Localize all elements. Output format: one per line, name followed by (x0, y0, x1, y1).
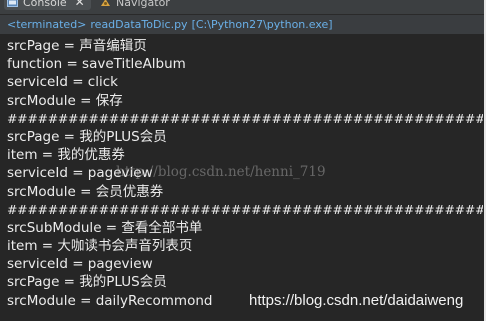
separator-line: ########################################… (7, 110, 483, 126)
output-line: item = 大咖读书会声音列表页 (7, 238, 193, 255)
tab-navigator-label: Navigator (116, 0, 170, 9)
tab-console[interactable]: Console ✕ (4, 0, 91, 10)
output-line: srcModule = 会员优惠券 (7, 183, 164, 200)
process-status-line: <terminated> readDataToDic.py [C:\Python… (0, 15, 484, 34)
output-line: srcSubModule = 查看全部书单 (7, 219, 203, 236)
navigator-icon (101, 0, 110, 6)
blog-watermark: http://blog.csdn.net/henni_719 (116, 164, 326, 180)
source-watermark: https://blog.csdn.net/daidaiweng (249, 292, 464, 309)
close-icon[interactable]: ✕ (75, 0, 85, 8)
terminated-label: <terminated> (7, 18, 87, 31)
output-line: srcModule = 保存 (7, 92, 123, 109)
interpreter-path: [C:\Python27\python.exe] (191, 18, 333, 31)
separator-line: ########################################… (7, 201, 483, 217)
output-line: srcPage = 声音编辑页 (7, 38, 147, 54)
script-name: readDataToDic.py (90, 18, 188, 31)
output-line: function = saveTitleAlbum (7, 56, 186, 73)
output-line: srcPage = 我的PLUS会员 (7, 128, 167, 145)
console-icon (7, 0, 18, 7)
output-line: srcPage = 我的PLUS会员 (7, 274, 167, 291)
output-line: serviceId = click (7, 74, 118, 91)
view-tab-bar: Console ✕ Navigator (0, 0, 484, 15)
output-line: item = 我的优惠券 (7, 147, 125, 164)
console-view: Console ✕ Navigator <terminated> readDat… (0, 0, 486, 321)
tab-navigator[interactable]: Navigator (96, 0, 174, 10)
output-line: serviceId = pageview (7, 256, 153, 273)
tab-console-label: Console (23, 0, 67, 9)
